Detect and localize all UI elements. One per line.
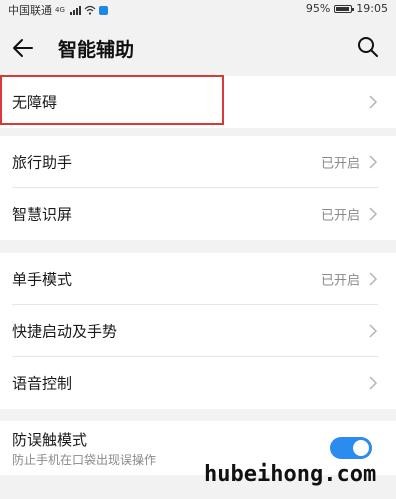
setting-status: 已开启 bbox=[320, 156, 360, 172]
setting-status: 已开启 bbox=[320, 208, 360, 224]
settings-group-accessibility: 无障碍 bbox=[0, 76, 396, 128]
setting-status: 已开启 bbox=[320, 273, 360, 289]
setting-label: 快捷启动及手势 bbox=[12, 322, 118, 341]
setting-label: 无障碍 bbox=[12, 93, 58, 112]
chevron-right-icon bbox=[369, 324, 378, 338]
app-header: 智能辅助 bbox=[0, 18, 396, 78]
setting-label: 语音控制 bbox=[12, 374, 73, 393]
setting-item-smart-screen[interactable]: 智慧识屏 已开启 bbox=[0, 188, 396, 240]
setting-item-quick-launch-gestures[interactable]: 快捷启动及手势 bbox=[0, 305, 396, 357]
chevron-right-icon bbox=[369, 272, 378, 286]
chevron-right-icon bbox=[369, 376, 378, 390]
setting-item-travel-assistant[interactable]: 旅行助手 已开启 bbox=[0, 136, 396, 188]
anti-mistouch-toggle[interactable] bbox=[330, 437, 372, 459]
chevron-right-icon bbox=[369, 95, 378, 109]
setting-label: 智慧识屏 bbox=[12, 205, 73, 224]
chevron-right-icon bbox=[369, 155, 378, 169]
settings-group-3: 单手模式 已开启 快捷启动及手势 语音控制 bbox=[0, 253, 396, 409]
page-title: 智能辅助 bbox=[58, 39, 135, 61]
network-tag: 4G bbox=[55, 6, 65, 14]
setting-item-one-hand-mode[interactable]: 单手模式 已开启 bbox=[0, 253, 396, 305]
battery-percent: 95% bbox=[305, 2, 331, 15]
toggle-knob bbox=[353, 440, 369, 456]
carrier-name: 中国联通 bbox=[8, 4, 52, 17]
setting-item-accessibility[interactable]: 无障碍 bbox=[0, 76, 396, 128]
setting-label: 旅行助手 bbox=[12, 153, 73, 172]
setting-item-voice-control[interactable]: 语音控制 bbox=[0, 357, 396, 409]
settings-group-2: 旅行助手 已开启 智慧识屏 已开启 bbox=[0, 136, 396, 240]
setting-label: 防误触模式 bbox=[12, 431, 88, 449]
arrow-left-icon[interactable] bbox=[10, 35, 36, 61]
wifi-icon bbox=[84, 5, 96, 15]
status-bar: 中国联通 4G 95% 19:05 bbox=[0, 0, 396, 18]
signal-icon bbox=[69, 5, 81, 15]
setting-label: 单手模式 bbox=[12, 270, 73, 289]
notification-badge-icon bbox=[98, 5, 108, 15]
watermark: hubeihong.com bbox=[204, 462, 377, 487]
battery-icon bbox=[334, 4, 355, 13]
clock: 19:05 bbox=[356, 2, 388, 15]
search-icon[interactable] bbox=[356, 35, 380, 59]
setting-description: 防止手机在口袋出现误操作 bbox=[12, 453, 157, 467]
chevron-right-icon bbox=[369, 207, 378, 221]
